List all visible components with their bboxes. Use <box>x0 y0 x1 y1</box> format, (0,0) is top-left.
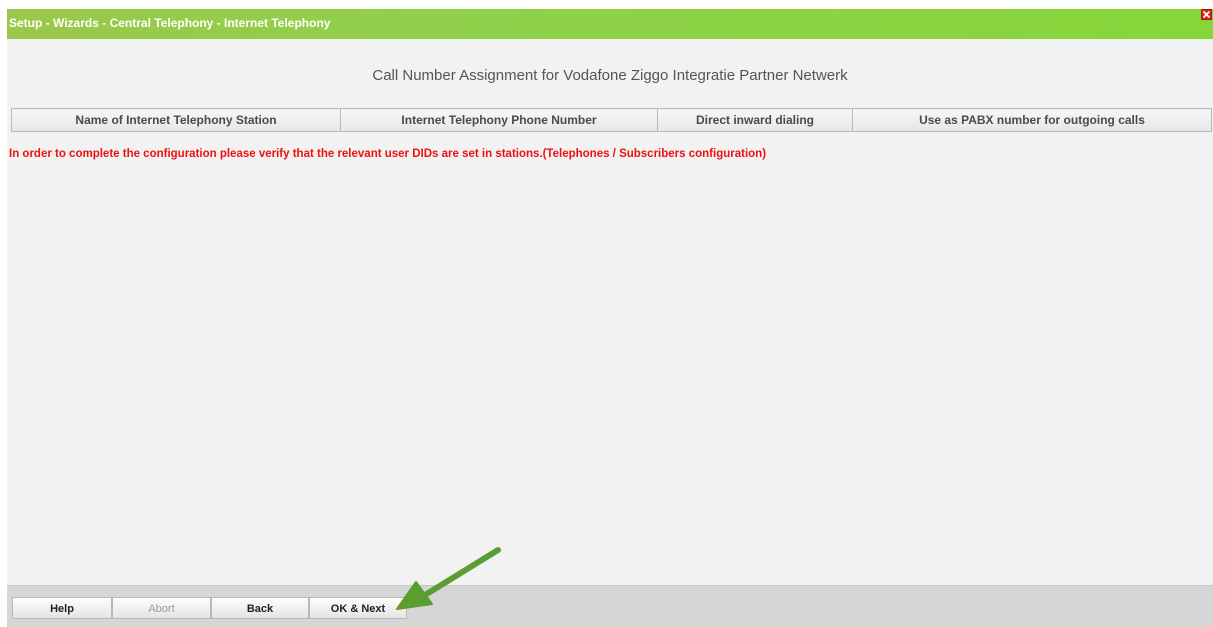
page-title: Call Number Assignment for Vodafone Zigg… <box>372 67 848 84</box>
column-header-pabx-number[interactable]: Use as PABX number for outgoing calls <box>852 108 1212 132</box>
back-button[interactable]: Back <box>211 597 309 619</box>
configuration-notice: In order to complete the configuration p… <box>9 148 767 160</box>
title-bar: Setup - Wizards - Central Telephony - In… <box>7 9 1213 39</box>
number-assignment-table: Name of Internet Telephony Station Inter… <box>11 108 1212 132</box>
button-bar: Help Abort Back OK & Next <box>7 585 1213 627</box>
column-header-station-name[interactable]: Name of Internet Telephony Station <box>11 108 341 132</box>
help-button[interactable]: Help <box>12 597 112 619</box>
window-title: Setup - Wizards - Central Telephony - In… <box>9 16 331 30</box>
wizard-window: Setup - Wizards - Central Telephony - In… <box>7 9 1213 627</box>
column-header-phone-number[interactable]: Internet Telephony Phone Number <box>340 108 658 132</box>
close-icon[interactable] <box>1201 9 1212 20</box>
green-arrow-pointer-icon <box>396 547 501 610</box>
abort-button: Abort <box>112 597 211 619</box>
column-header-direct-inward-dialing[interactable]: Direct inward dialing <box>657 108 853 132</box>
table-header-row: Name of Internet Telephony Station Inter… <box>11 108 1212 132</box>
